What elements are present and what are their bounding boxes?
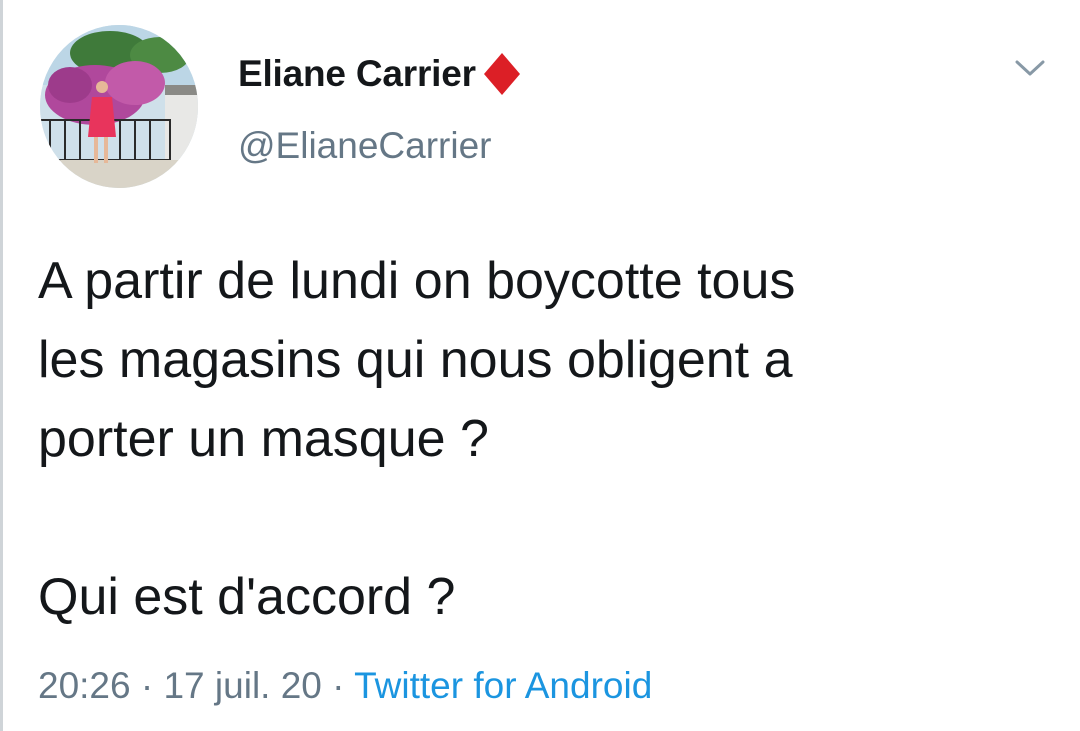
author-handle[interactable]: @ElianeCarrier <box>238 125 491 167</box>
chevron-down-icon[interactable] <box>1012 56 1048 80</box>
red-diamond-icon <box>482 51 522 97</box>
tweet-line: les magasins qui nous obligent a <box>38 331 793 389</box>
tweet-date[interactable]: 17 juil. 20 <box>163 665 321 706</box>
tweet-metadata: 20:26 · 17 juil. 20 · Twitter for Androi… <box>38 665 652 707</box>
avatar-photo <box>40 25 198 188</box>
avatar[interactable] <box>40 25 198 188</box>
meta-separator: · <box>321 665 355 706</box>
tweet-line: Qui est d'accord ? <box>38 568 456 626</box>
author-name-row[interactable]: Eliane Carrier <box>238 48 522 100</box>
tweet-text: A partir de lundi on boycotte tous les m… <box>38 242 1058 637</box>
tweet-line: A partir de lundi on boycotte tous <box>38 252 796 310</box>
author-display-name[interactable]: Eliane Carrier <box>238 53 476 95</box>
meta-separator: · <box>130 665 164 706</box>
tweet-source-link[interactable]: Twitter for Android <box>354 665 652 706</box>
left-border <box>0 0 3 731</box>
tweet-time[interactable]: 20:26 <box>38 665 131 706</box>
tweet-line: porter un masque ? <box>38 410 489 468</box>
